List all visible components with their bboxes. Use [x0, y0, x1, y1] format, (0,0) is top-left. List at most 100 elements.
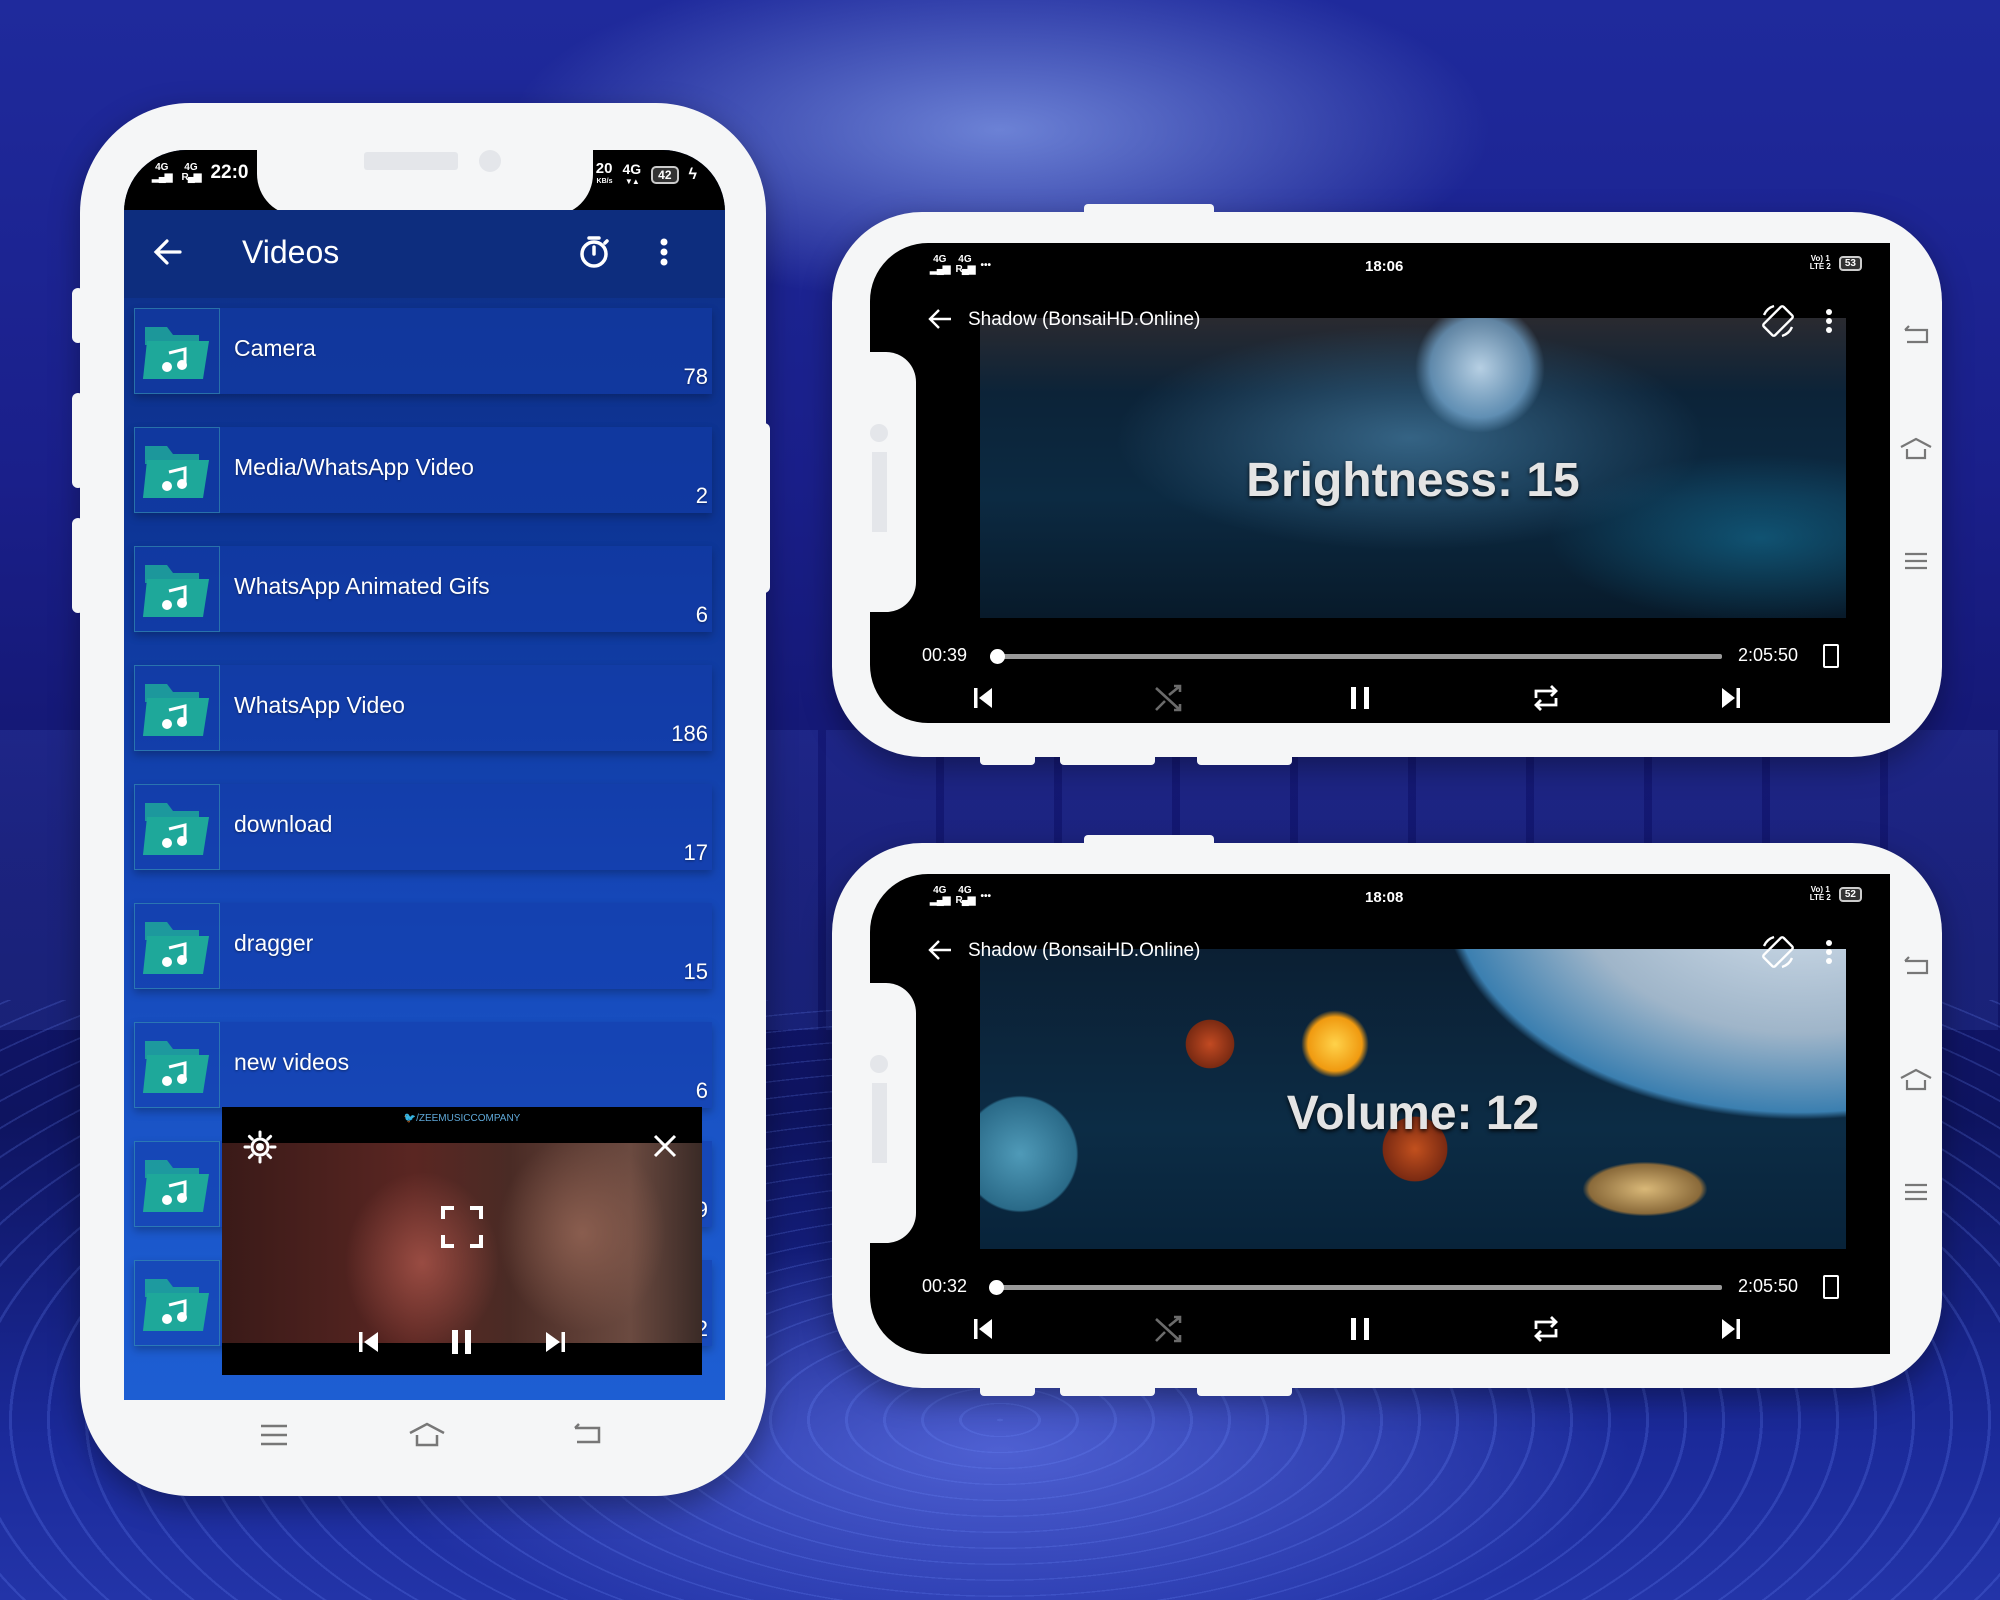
folder-item[interactable]: WhatsApp Video 186	[134, 665, 712, 751]
folder-name: Camera	[234, 335, 316, 361]
music-folder-icon	[134, 903, 220, 989]
front-camera	[870, 1055, 888, 1073]
more-vert-icon[interactable]	[654, 232, 674, 272]
signal-icon: 4G R▄▆	[181, 162, 201, 183]
aspect-ratio-icon[interactable]	[1823, 644, 1839, 668]
brightness-indicator: Brightness: 15	[1246, 454, 1580, 507]
current-time: 00:32	[922, 1276, 968, 1296]
floating-mini-player[interactable]: 🐦/ZEEMUSICCOMPANY	[222, 1107, 702, 1375]
folder-count: 15	[683, 959, 708, 984]
folder-count: 2	[695, 483, 708, 508]
close-icon[interactable]	[650, 1131, 680, 1161]
front-camera	[870, 424, 888, 442]
folder-item[interactable]: download 17	[134, 784, 712, 870]
status-time: 18:08	[1365, 889, 1404, 906]
front-camera	[479, 150, 501, 172]
charging-icon: ϟ	[688, 166, 697, 183]
folder-item[interactable]: new videos 6	[134, 1022, 712, 1108]
home-icon[interactable]	[1898, 431, 1934, 467]
seek-bar[interactable]	[990, 1285, 1722, 1290]
menu-icon[interactable]	[254, 1415, 294, 1455]
video-player-screen: 4G ▂▄▆ 4G R▄▆ ••• 18:08 Vo) 1 LTE 2 52 Shad…	[870, 874, 1890, 1354]
speaker	[872, 452, 887, 532]
phone-side-button	[1197, 1386, 1292, 1396]
more-vert-icon[interactable]	[1822, 303, 1836, 339]
seek-bar-row: 00:39 2:05:50	[870, 641, 1890, 671]
timer-icon[interactable]	[574, 232, 614, 272]
back-icon[interactable]	[1898, 318, 1934, 354]
videos-screen: 4G ▂▄▆ 4G R▄▆ 22:0 20 KB/s 4G ▼▲ 42 ϟ Videos	[124, 150, 725, 1400]
folder-count: 186	[671, 721, 708, 746]
repeat-icon[interactable]	[1530, 682, 1562, 714]
phone-side-button	[72, 288, 84, 343]
playback-controls	[870, 1309, 1890, 1349]
folder-item[interactable]: dragger 15	[134, 903, 712, 989]
arrow-left-icon[interactable]	[925, 303, 955, 335]
folder-count: 6	[695, 602, 708, 627]
folder-count: 6	[695, 1078, 708, 1103]
phone-landscape-brightness: 4G ▂▄▆ 4G R▄▆ ••• 18:06 Vo) 1 LTE 2 53 Shad…	[832, 204, 1942, 765]
folder-name: dragger	[234, 930, 314, 956]
speaker	[872, 1083, 887, 1163]
skip-previous-icon[interactable]	[968, 1313, 1000, 1345]
video-title: Shadow (BonsaiHD.Online)	[968, 309, 1201, 330]
menu-icon[interactable]	[1898, 543, 1934, 579]
arrow-left-icon[interactable]	[925, 934, 955, 966]
repeat-icon[interactable]	[1530, 1313, 1562, 1345]
folder-name: Media/WhatsApp Video	[234, 454, 474, 480]
volte-icon: Vo) 1 LTE 2	[1809, 254, 1831, 271]
phone-side-button	[72, 518, 84, 613]
skip-next-icon[interactable]	[542, 1329, 568, 1355]
back-icon[interactable]	[1898, 949, 1934, 985]
network-type-icon: 4G ▼▲	[622, 160, 642, 186]
gear-icon[interactable]	[242, 1129, 278, 1165]
folder-item[interactable]: WhatsApp Animated Gifs 6	[134, 546, 712, 632]
more-notifications-icon: •••	[980, 890, 991, 902]
phone-side-button	[72, 393, 84, 488]
home-icon[interactable]	[407, 1415, 447, 1455]
phone-side-button	[1060, 755, 1155, 765]
seek-bar[interactable]	[990, 654, 1722, 659]
folder-item[interactable]: Camera 78	[134, 308, 712, 394]
arrow-left-icon[interactable]	[148, 232, 188, 272]
music-folder-icon	[134, 1141, 220, 1227]
aspect-ratio-icon[interactable]	[1823, 1275, 1839, 1299]
pause-icon[interactable]	[448, 1327, 476, 1357]
seek-thumb[interactable]	[988, 1280, 1004, 1295]
fullscreen-icon[interactable]	[440, 1205, 484, 1249]
current-time: 00:39	[922, 645, 968, 665]
pause-icon[interactable]	[1344, 682, 1376, 714]
notch	[257, 150, 593, 216]
folder-count: 78	[683, 364, 708, 389]
shuffle-icon[interactable]	[1152, 682, 1184, 714]
screen-rotate-icon[interactable]	[1758, 932, 1798, 972]
volte-icon: Vo) 1 LTE 2	[1809, 885, 1831, 902]
screen-rotate-icon[interactable]	[1758, 301, 1798, 341]
skip-previous-icon[interactable]	[968, 682, 1000, 714]
skip-next-icon[interactable]	[1714, 1313, 1746, 1345]
seek-thumb[interactable]	[989, 649, 1005, 664]
home-icon[interactable]	[1898, 1062, 1934, 1098]
folder-name: WhatsApp Animated Gifs	[234, 573, 490, 599]
signal-icon: 4G R▄▆	[955, 885, 975, 906]
phone-side-button	[980, 755, 1035, 765]
shuffle-icon[interactable]	[1152, 1313, 1184, 1345]
phone-side-button	[980, 1386, 1035, 1396]
more-vert-icon[interactable]	[1822, 934, 1836, 970]
app-bar: Videos	[124, 210, 725, 298]
menu-icon[interactable]	[1898, 1174, 1934, 1210]
skip-next-icon[interactable]	[1714, 682, 1746, 714]
pause-icon[interactable]	[1344, 1313, 1376, 1345]
signal-icon: 4G R▄▆	[955, 254, 975, 275]
folder-item[interactable]: Media/WhatsApp Video 2	[134, 427, 712, 513]
page-title: Videos	[242, 234, 340, 270]
back-icon[interactable]	[567, 1415, 607, 1455]
status-time: 18:06	[1365, 258, 1404, 275]
more-notifications-icon: •••	[980, 259, 991, 271]
video-title: Shadow (BonsaiHD.Online)	[968, 940, 1201, 961]
volume-indicator: Volume: 12	[1286, 1087, 1540, 1140]
speaker	[364, 152, 458, 170]
skip-previous-icon[interactable]	[356, 1329, 382, 1355]
phone-landscape-volume: 4G ▂▄▆ 4G R▄▆ ••• 18:08 Vo) 1 LTE 2 52 Shad…	[832, 835, 1942, 1396]
folder-name: WhatsApp Video	[234, 692, 405, 718]
